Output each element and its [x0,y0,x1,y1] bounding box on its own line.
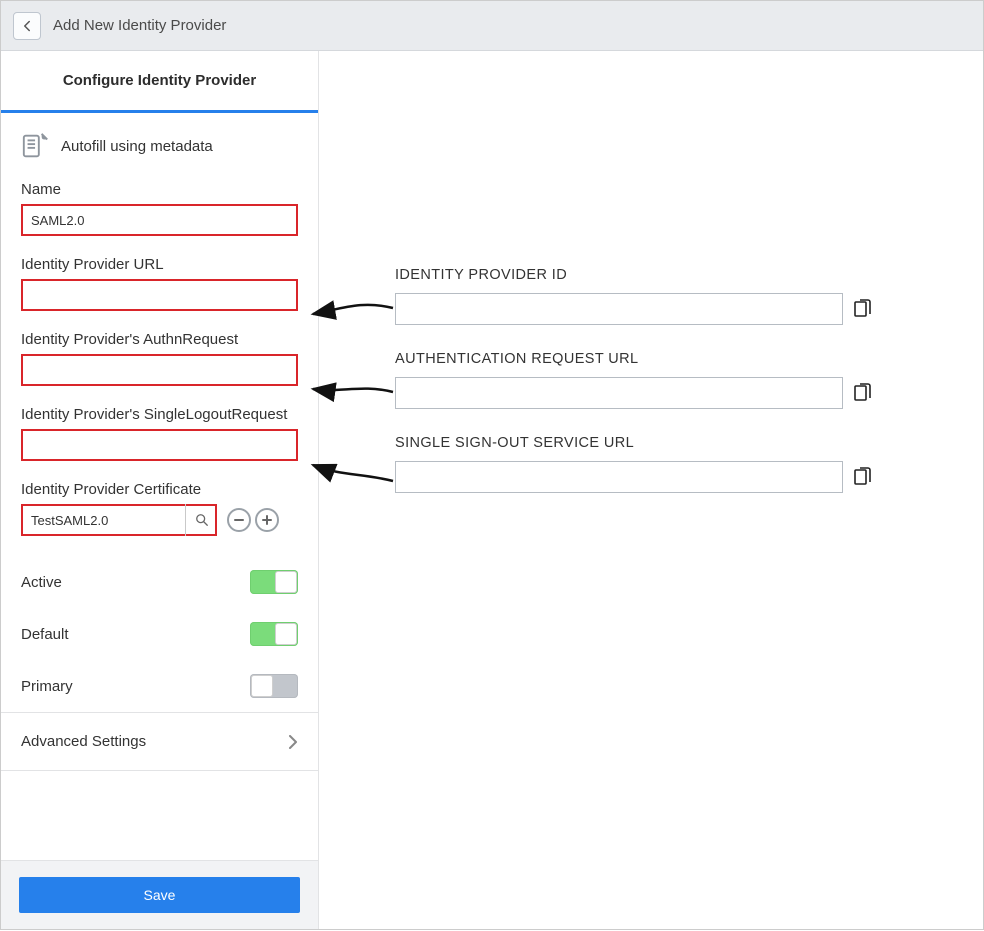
idp-id-label: IDENTITY PROVIDER ID [395,267,875,283]
idp-url-input[interactable] [21,279,298,311]
idp-url-label: Identity Provider URL [21,256,298,273]
copy-icon [854,299,872,319]
slo-input[interactable] [21,429,298,461]
back-button[interactable] [13,12,41,40]
signout-url-copy-button[interactable] [851,465,875,489]
default-toggle[interactable] [250,622,298,646]
autofill-row[interactable]: Autofill using metadata [21,131,298,161]
cert-search-button[interactable] [185,504,217,536]
right-panel: IDENTITY PROVIDER ID AUTHENTICATION REQU… [319,51,983,929]
tab-configure-idp[interactable]: Configure Identity Provider [1,51,318,113]
left-panel: Configure Identity Provider Autofill usi… [1,51,319,929]
active-toggle[interactable] [250,570,298,594]
metadata-file-icon [21,131,51,161]
auth-url-input[interactable] [395,377,843,409]
chevron-right-icon [288,735,298,749]
cert-remove-button[interactable] [227,508,251,532]
page-title: Add New Identity Provider [53,17,226,34]
search-icon [195,513,209,527]
advanced-settings-label: Advanced Settings [21,733,146,750]
minus-icon [233,514,245,526]
chevron-left-icon [21,20,33,32]
default-label: Default [21,626,69,643]
auth-url-copy-button[interactable] [851,381,875,405]
copy-icon [854,383,872,403]
signout-url-label: SINGLE SIGN-OUT SERVICE URL [395,435,875,451]
authn-input[interactable] [21,354,298,386]
cert-label: Identity Provider Certificate [21,481,298,498]
copy-icon [854,467,872,487]
plus-icon [261,514,273,526]
primary-toggle[interactable] [250,674,298,698]
active-label: Active [21,574,62,591]
save-button[interactable]: Save [19,877,300,913]
idp-id-input[interactable] [395,293,843,325]
auth-url-label: AUTHENTICATION REQUEST URL [395,351,875,367]
name-label: Name [21,181,298,198]
name-input[interactable] [21,204,298,236]
autofill-label: Autofill using metadata [61,138,213,155]
signout-url-input[interactable] [395,461,843,493]
advanced-settings-row[interactable]: Advanced Settings [1,712,318,771]
authn-label: Identity Provider's AuthnRequest [21,331,298,348]
primary-label: Primary [21,678,73,695]
idp-id-copy-button[interactable] [851,297,875,321]
slo-label: Identity Provider's SingleLogoutRequest [21,406,298,423]
cert-add-button[interactable] [255,508,279,532]
